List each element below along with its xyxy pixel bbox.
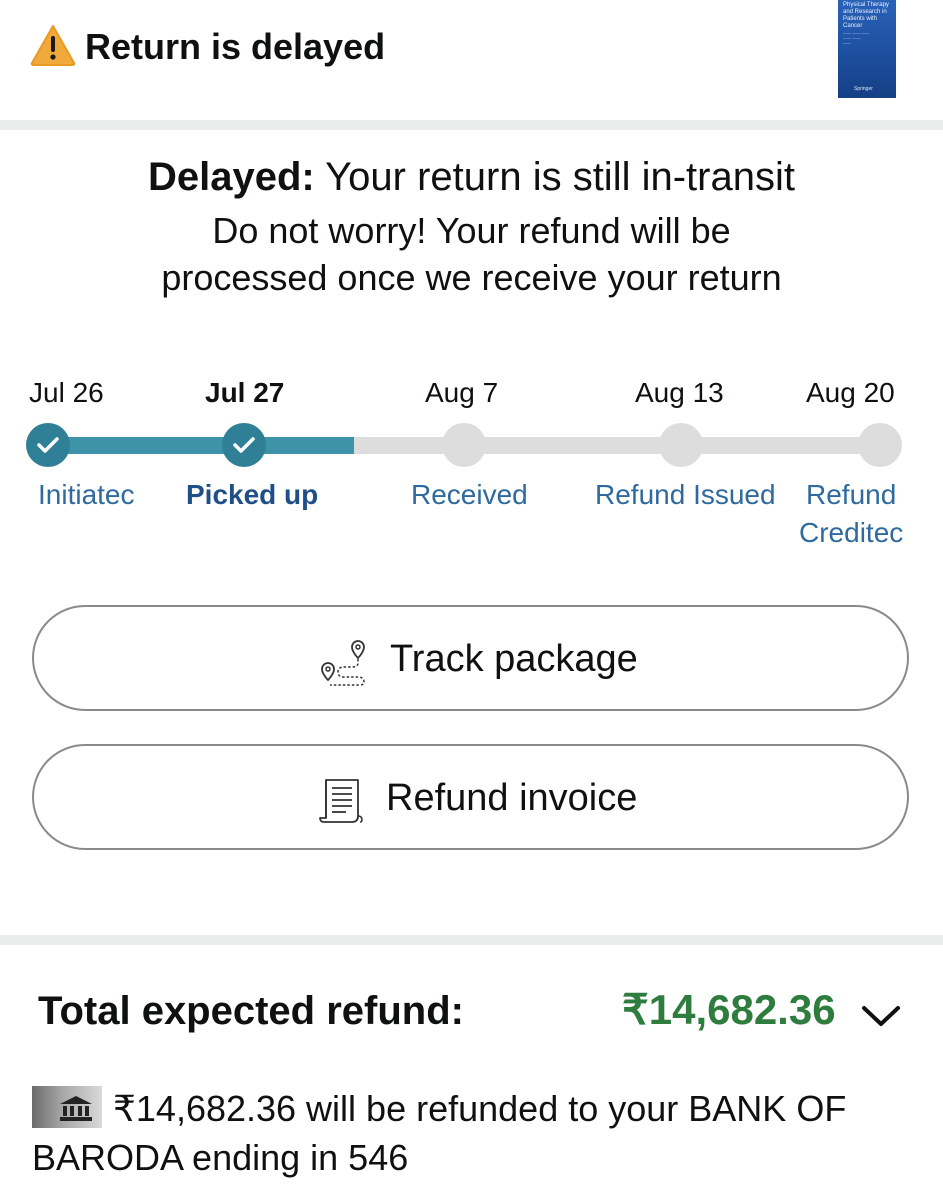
status-bold: Delayed: (148, 155, 315, 199)
timeline-progress (44, 437, 355, 454)
timeline-node-done (222, 423, 266, 467)
status-message-line1: Do not worry! Your refund will be (212, 210, 731, 251)
timeline-label: Received (411, 479, 528, 510)
timeline-node-pending (442, 423, 486, 467)
refund-invoice-label: Refund invoice (386, 777, 638, 819)
header: Return is delayed Physical Therapy and R… (0, 0, 943, 120)
track-package-button[interactable]: Track package (32, 605, 909, 711)
timeline-date: Aug 20 (806, 377, 895, 408)
timeline-node-pending (858, 423, 902, 467)
track-package-label: Track package (390, 638, 638, 680)
thumbnail-editors: —— —— —— —— —— —— (843, 30, 870, 45)
timeline-label: Refund Issued (595, 479, 776, 510)
section-divider (0, 120, 943, 130)
timeline-date-current: Jul 27 (205, 377, 285, 408)
receipt-icon (319, 779, 363, 823)
thumbnail-title: Physical Therapy and Research in Patient… (843, 2, 889, 29)
timeline-date: Aug 7 (425, 377, 499, 408)
check-icon (233, 437, 255, 453)
refund-total-label: Total expected refund: (38, 989, 464, 1033)
status-headline: Delayed: Your return is still in-transit (0, 152, 943, 202)
timeline-node-pending (659, 423, 703, 467)
timeline-label-current: Picked up (186, 479, 319, 510)
thumbnail-publisher: Springer (854, 86, 873, 92)
warning-triangle-icon (30, 25, 76, 66)
map-route-icon (321, 640, 365, 686)
refund-total-amount[interactable]: ₹14,682.36 (622, 985, 836, 1035)
bank-icon (32, 1086, 102, 1128)
page-title: Return is delayed (85, 26, 386, 67)
timeline-date: Aug 13 (635, 377, 724, 408)
refund-destination-line1: ₹14,682.36 will be refunded to your BANK… (113, 1088, 847, 1129)
timeline-label: Creditec (799, 517, 904, 548)
timeline-label: Refund (806, 479, 897, 510)
timeline-label: Initiatec (38, 479, 135, 510)
timeline-node-done (26, 423, 70, 467)
section-divider (0, 935, 943, 945)
chevron-down-icon[interactable] (860, 1000, 902, 1030)
check-icon (37, 437, 59, 453)
status-headline-rest: Your return is still in-transit (314, 155, 795, 199)
product-thumbnail[interactable]: Physical Therapy and Research in Patient… (838, 0, 896, 98)
refund-invoice-button[interactable]: Refund invoice (32, 744, 909, 850)
refund-destination-line2: BARODA ending in 546 (32, 1137, 409, 1178)
status-message-line2: processed once we receive your return (161, 257, 782, 298)
timeline-date: Jul 26 (29, 377, 104, 408)
